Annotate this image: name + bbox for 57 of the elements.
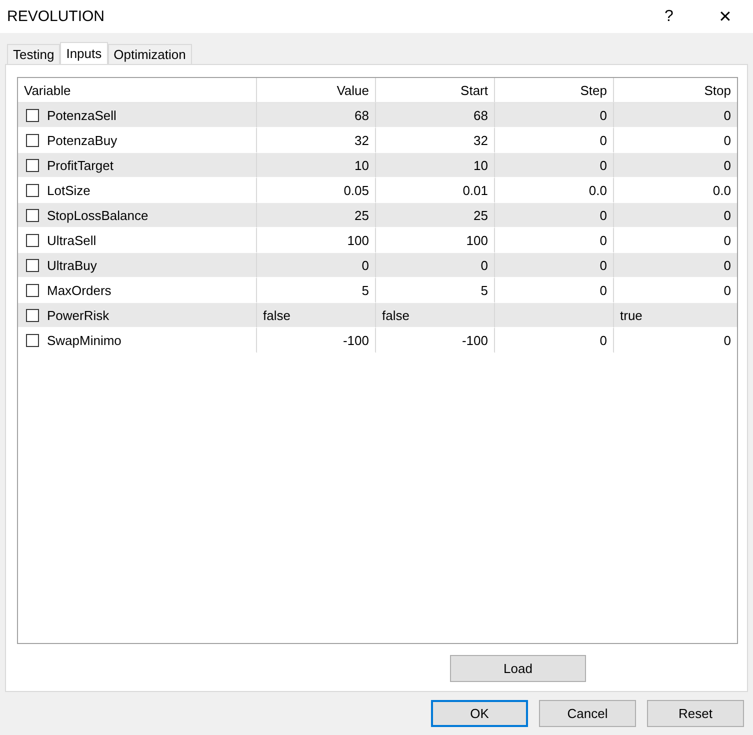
table-cell: 0 — [376, 253, 495, 278]
table-cell: 68 — [376, 103, 495, 128]
table-cell: PotenzaSell — [47, 108, 116, 122]
table-cell: 0 — [614, 253, 737, 278]
table-cell: false — [376, 303, 495, 328]
checkbox[interactable] — [26, 258, 39, 272]
table-cell: PowerRisk — [47, 308, 110, 322]
table-cell: 0 — [495, 203, 614, 228]
dialog-button[interactable]: Reset — [647, 700, 744, 727]
checkbox[interactable] — [26, 134, 39, 146]
table-cell: true — [614, 303, 737, 328]
table-cell: 0 — [257, 253, 376, 278]
checkbox[interactable] — [26, 158, 39, 172]
table-cell: 0 — [614, 153, 737, 178]
table-cell: StopLossBalance — [47, 208, 148, 222]
table-cell: 0 — [495, 253, 614, 278]
table-cell: UltraSell — [47, 232, 96, 248]
table-cell: 10 — [257, 153, 376, 178]
table-cell: SwapMinimo — [47, 332, 122, 348]
table-cell: 25 — [257, 203, 376, 228]
window-title: REVOLUTION — [7, 8, 105, 25]
table-cell: PotenzaBuy — [47, 132, 118, 148]
column-header[interactable]: Step — [495, 78, 614, 103]
table-cell: 68 — [257, 103, 376, 128]
table-cell: 0 — [614, 103, 737, 128]
tab[interactable]: Inputs — [60, 42, 108, 64]
table-cell: UltraBuy — [47, 258, 97, 272]
column-header[interactable]: Variable — [18, 78, 257, 103]
column-header[interactable]: Start — [376, 78, 495, 103]
table-cell: 0 — [495, 103, 614, 128]
column-header[interactable]: Value — [257, 78, 376, 103]
close-button[interactable]: ✕ — [697, 0, 753, 33]
table-cell: 25 — [376, 203, 495, 228]
checkbox[interactable] — [26, 234, 39, 246]
dialog-button[interactable]: OK — [431, 700, 528, 727]
load-button[interactable]: Load — [450, 655, 586, 682]
table-cell: false — [257, 303, 376, 328]
table-cell: MaxOrders — [47, 282, 112, 298]
checkbox[interactable] — [26, 184, 39, 196]
checkbox[interactable] — [26, 308, 39, 322]
help-button[interactable]: ? — [641, 0, 697, 33]
checkbox[interactable] — [26, 208, 39, 222]
table-cell: 0 — [495, 153, 614, 178]
dialog-button[interactable]: Cancel — [539, 700, 636, 727]
tab[interactable]: Optimization — [108, 44, 192, 64]
table-cell: 0 — [495, 328, 614, 353]
table-cell: -100 — [257, 328, 376, 353]
tab[interactable]: Testing — [7, 44, 60, 64]
table-cell: 0 — [614, 203, 737, 228]
checkbox[interactable] — [26, 334, 39, 346]
table-cell: 0 — [614, 328, 737, 353]
table-cell: 10 — [376, 153, 495, 178]
checkbox[interactable] — [26, 284, 39, 296]
table-cell: ProfitTarget — [47, 158, 114, 172]
table-cell: LotSize — [47, 182, 90, 198]
table-cell: -100 — [376, 328, 495, 353]
checkbox[interactable] — [26, 108, 39, 122]
